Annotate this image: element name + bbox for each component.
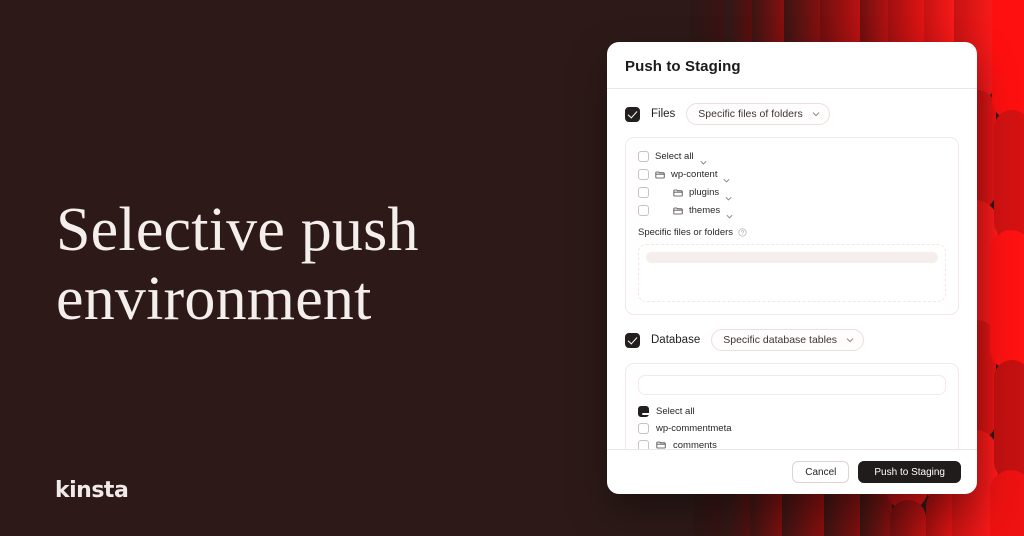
specific-files-dropzone[interactable] — [638, 244, 946, 302]
files-label: Files — [651, 108, 676, 120]
tree-row-checkbox[interactable] — [638, 205, 649, 216]
chevron-down-icon — [846, 336, 854, 344]
database-search-input[interactable] — [638, 375, 946, 396]
database-table-label: Select all — [656, 405, 695, 417]
headline-line-2: environment — [56, 265, 372, 334]
tree-row-checkbox[interactable] — [638, 187, 649, 198]
database-table-checkbox[interactable] — [638, 422, 649, 434]
tree-row[interactable]: wp-content — [638, 167, 946, 183]
files-option-row: Files Specific files of folders — [625, 103, 959, 125]
files-tree-panel: Select all wp-content plugins themes Specif… — [625, 137, 959, 315]
tree-row[interactable]: Select all — [638, 149, 946, 165]
database-checkbox[interactable] — [625, 332, 640, 348]
database-label: Database — [651, 334, 701, 346]
loading-skeleton-bar — [646, 252, 938, 263]
dialog-header: Push to Staging — [607, 42, 977, 89]
database-table-row[interactable]: Select all — [638, 404, 946, 418]
push-to-staging-dialog: Push to Staging Files Specific files of … — [607, 42, 977, 494]
tree-row-label: Select all — [655, 151, 694, 162]
tree-row-checkbox[interactable] — [638, 169, 649, 180]
chevron-down-icon[interactable] — [726, 207, 733, 219]
database-tables-list: Select all wp-commentmeta comments — [638, 404, 946, 449]
cancel-button[interactable]: Cancel — [792, 461, 850, 483]
push-to-staging-button[interactable]: Push to Staging — [858, 461, 961, 483]
tree-row-checkbox[interactable] — [638, 151, 649, 162]
files-checkbox[interactable] — [625, 106, 640, 122]
dialog-footer: Cancel Push to Staging — [607, 449, 977, 494]
database-table-label: comments — [673, 439, 717, 450]
folder-icon — [673, 188, 683, 198]
database-table-label: wp-commentmeta — [656, 422, 732, 434]
tree-row[interactable]: plugins — [638, 185, 946, 201]
database-table-row[interactable]: wp-commentmeta — [638, 421, 946, 435]
folder-icon — [655, 170, 665, 180]
folder-icon — [656, 440, 666, 449]
tree-row-label: themes — [689, 205, 721, 216]
dialog-title: Push to Staging — [625, 58, 741, 75]
specific-files-field-label: Specific files or folders — [638, 227, 946, 238]
files-tree: Select all wp-content plugins themes — [638, 149, 946, 219]
tree-row-label: wp-content — [671, 169, 718, 180]
dialog-body: Files Specific files of folders Select a… — [607, 89, 977, 449]
tree-row[interactable]: themes — [638, 203, 946, 219]
database-scope-select-value: Specific database tables — [723, 334, 838, 346]
database-table-row[interactable]: comments — [638, 438, 946, 449]
files-scope-select[interactable]: Specific files of folders — [686, 103, 830, 125]
database-table-checkbox[interactable] — [638, 439, 649, 449]
chevron-down-icon[interactable] — [723, 171, 730, 183]
database-tables-panel: Select all wp-commentmeta comments — [625, 363, 959, 449]
database-scope-select[interactable]: Specific database tables — [711, 329, 865, 351]
database-option-row: Database Specific database tables — [625, 329, 959, 351]
page-title: Selective push environment — [56, 196, 526, 335]
database-table-checkbox[interactable] — [638, 405, 651, 417]
chevron-down-icon[interactable] — [725, 189, 732, 201]
tree-row-label: plugins — [689, 187, 720, 198]
chevron-down-icon[interactable] — [700, 153, 707, 165]
files-scope-select-value: Specific files of folders — [698, 108, 803, 120]
help-circle-icon[interactable] — [738, 228, 747, 237]
hero-section: Selective push environment — [56, 196, 526, 335]
chevron-down-icon — [812, 110, 820, 118]
database-search-field[interactable] — [639, 377, 945, 396]
headline-line-1: Selective push — [56, 196, 419, 264]
kinsta-logo: kinsta — [55, 478, 129, 503]
folder-icon — [673, 206, 683, 216]
specific-files-label-text: Specific files or folders — [638, 227, 734, 238]
